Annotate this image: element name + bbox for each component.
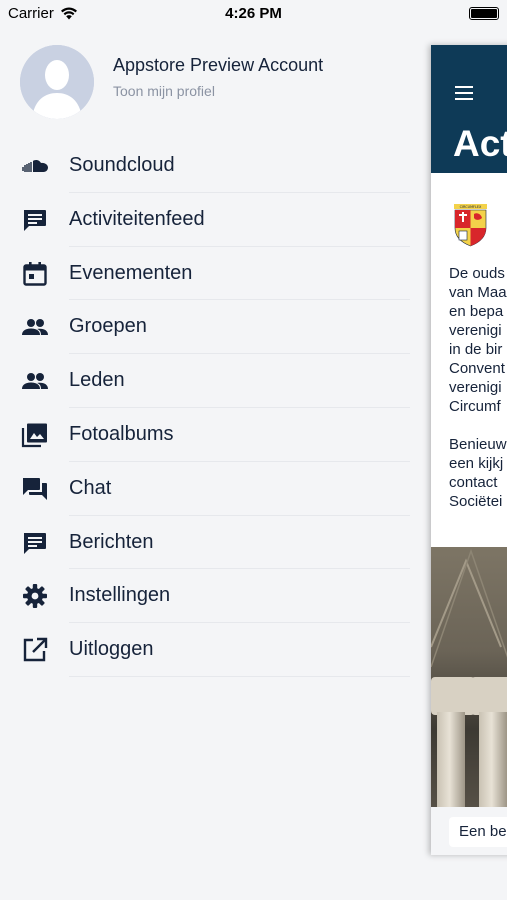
clock: 4:26 PM xyxy=(225,5,282,22)
column-capital xyxy=(431,677,475,715)
association-crest-logo: CIRCUMFLEX xyxy=(454,204,487,247)
avatar-placeholder-icon xyxy=(20,45,94,119)
menu-label: Berichten xyxy=(69,530,154,553)
photo-album-icon xyxy=(21,423,47,448)
main-header: Acti xyxy=(431,45,507,173)
menu-label: Leden xyxy=(69,369,125,392)
profile-header[interactable]: Appstore Preview Account Toon mijn profi… xyxy=(20,45,420,121)
menu-item-uitloggen[interactable]: Uitloggen xyxy=(0,623,410,677)
text-line: Convent xyxy=(449,360,505,377)
text-line: verenigi xyxy=(449,379,502,396)
footer-action-button[interactable]: Een be xyxy=(449,817,507,847)
menu-item-groepen[interactable]: Groepen xyxy=(0,300,410,355)
menu-item-activiteitenfeed[interactable]: Activiteitenfeed xyxy=(0,193,410,247)
crest-label: CIRCUMFLEX xyxy=(460,205,482,209)
menu-label: Fotoalbums xyxy=(69,422,174,445)
menu-item-soundcloud[interactable]: Soundcloud xyxy=(0,139,410,193)
intro-text: De ouds van Maa en bepa verenigi in de b… xyxy=(449,264,507,511)
logout-icon xyxy=(23,637,48,662)
group-icon xyxy=(22,319,48,336)
members-icon xyxy=(22,373,48,390)
column xyxy=(479,712,507,812)
menu-label: Chat xyxy=(69,476,112,499)
column xyxy=(437,712,465,812)
message-icon xyxy=(24,532,46,554)
column-capital xyxy=(471,677,507,715)
text-line: verenigi xyxy=(449,322,502,339)
page-title: Acti xyxy=(453,123,507,164)
profile-name: Appstore Preview Account xyxy=(113,55,324,75)
menu-item-evenementen[interactable]: Evenementen xyxy=(0,247,410,301)
text-line: en bepa xyxy=(449,303,504,320)
card-footer: Een be xyxy=(431,807,507,855)
menu-item-leden[interactable]: Leden xyxy=(0,354,410,408)
view-profile-link[interactable]: Toon mijn profiel xyxy=(113,83,215,99)
menu-item-instellingen[interactable]: Instellingen xyxy=(0,569,410,624)
menu-label: Groepen xyxy=(69,315,147,338)
feed-icon xyxy=(24,209,46,231)
text-line: van Maa xyxy=(449,284,507,301)
text-line: De ouds xyxy=(449,265,505,282)
status-bar: Carrier 4:26 PM xyxy=(0,0,507,28)
text-line: Benieuw xyxy=(449,436,507,453)
text-line: contact xyxy=(449,474,498,491)
menu-label: Activiteitenfeed xyxy=(69,207,205,230)
battery-icon xyxy=(469,7,499,20)
settings-icon xyxy=(23,584,47,609)
drawer-menu: Soundcloud Activiteitenfeed Evenementen xyxy=(0,139,410,677)
menu-label: Uitloggen xyxy=(69,638,154,661)
calendar-icon xyxy=(23,261,47,286)
menu-item-fotoalbums[interactable]: Fotoalbums xyxy=(0,408,410,462)
text-line: Circumf xyxy=(449,398,501,415)
main-content-panel[interactable]: Acti CIRCUMFLEX De ouds van Maa en bepa … xyxy=(431,45,507,855)
text-line: in de bir xyxy=(449,341,503,358)
text-line: Sociëtei xyxy=(449,493,503,510)
menu-label: Instellingen xyxy=(69,584,171,607)
avatar[interactable] xyxy=(20,45,94,119)
menu-item-berichten[interactable]: Berichten xyxy=(0,516,410,570)
menu-label: Evenementen xyxy=(69,261,193,284)
chat-icon xyxy=(23,477,47,500)
divider xyxy=(69,675,410,677)
text-line: een kijkj xyxy=(449,455,504,472)
pediment-lines xyxy=(431,548,507,667)
building-photo xyxy=(431,547,507,812)
hamburger-menu-icon[interactable] xyxy=(455,86,473,100)
soundcloud-icon xyxy=(22,160,48,172)
menu-label: Soundcloud xyxy=(69,154,175,176)
menu-item-chat[interactable]: Chat xyxy=(0,462,410,516)
